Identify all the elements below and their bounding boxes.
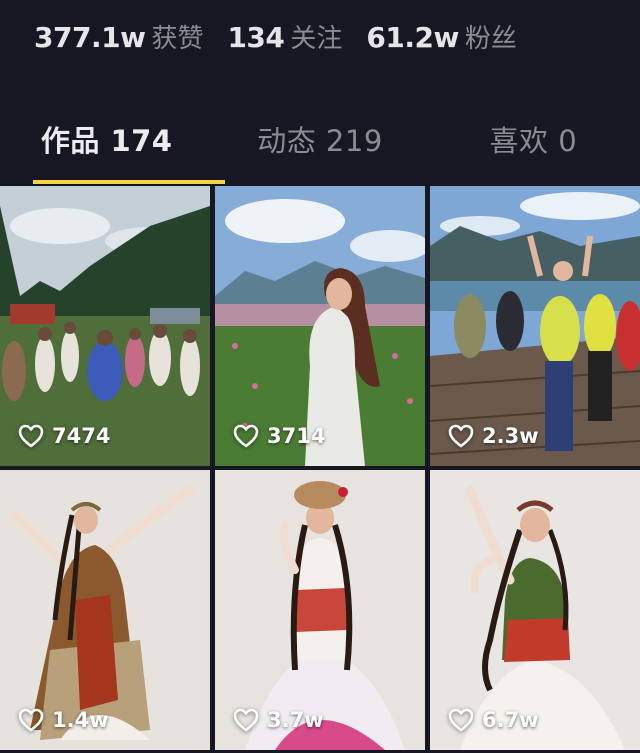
video-thumbnail-6[interactable]: 6.7w (430, 470, 640, 750)
likes-text-3: 2.3w (482, 424, 539, 448)
likes-text-2: 3714 (267, 424, 326, 448)
profile-page: 377.1w 获赞 134 关注 61.2w 粉丝 作品 174 动态 219 … (0, 0, 640, 753)
heart-icon (233, 708, 259, 732)
likes-count-6: 6.7w (448, 708, 539, 732)
heart-icon (18, 424, 44, 448)
likes-count-4: 1.4w (18, 708, 109, 732)
stat-following[interactable]: 134 关注 (227, 18, 342, 55)
stat-followers-label: 粉丝 (464, 24, 517, 54)
profile-stats: 377.1w 获赞 134 关注 61.2w 粉丝 (34, 18, 541, 55)
tab-activity-label: 动态 219 (257, 124, 383, 158)
stat-following-label: 关注 (290, 24, 343, 54)
video-thumbnail-3[interactable]: 2.3w (430, 186, 640, 466)
heart-icon (18, 708, 44, 732)
stat-followers[interactable]: 61.2w 粉丝 (366, 18, 516, 55)
heart-icon (448, 424, 474, 448)
likes-text-6: 6.7w (482, 708, 539, 732)
video-thumbnail-5[interactable]: 3.7w (215, 470, 425, 750)
video-thumbnail-4[interactable]: 1.4w (0, 470, 210, 750)
likes-count-3: 2.3w (448, 424, 539, 448)
video-grid: 7474 3714 2.3w 1.4w 3.7w 6.7w (0, 186, 640, 753)
stat-likes-value: 377.1w (34, 21, 146, 54)
tab-works-label: 作品 174 (40, 124, 173, 158)
likes-count-1: 7474 (18, 424, 110, 448)
tab-activity[interactable]: 动态 219 (213, 118, 426, 184)
stat-followers-value: 61.2w (366, 21, 459, 54)
likes-text-5: 3.7w (267, 708, 324, 732)
video-thumbnail-2[interactable]: 3714 (215, 186, 425, 466)
tab-liked[interactable]: 喜欢 0 (427, 118, 640, 184)
stat-following-value: 134 (227, 21, 285, 54)
heart-icon (233, 424, 259, 448)
likes-count-5: 3.7w (233, 708, 324, 732)
stat-likes[interactable]: 377.1w 获赞 (34, 18, 203, 55)
stat-likes-label: 获赞 (151, 24, 204, 54)
tab-works[interactable]: 作品 174 (0, 118, 213, 184)
likes-text-4: 1.4w (52, 708, 109, 732)
content-tabs: 作品 174 动态 219 喜欢 0 (0, 118, 640, 184)
active-tab-indicator (33, 180, 225, 184)
likes-text-1: 7474 (52, 424, 111, 448)
video-thumbnail-1[interactable]: 7474 (0, 186, 210, 466)
heart-icon (448, 708, 474, 732)
tab-liked-label: 喜欢 0 (489, 124, 578, 158)
likes-count-2: 3714 (233, 424, 325, 448)
